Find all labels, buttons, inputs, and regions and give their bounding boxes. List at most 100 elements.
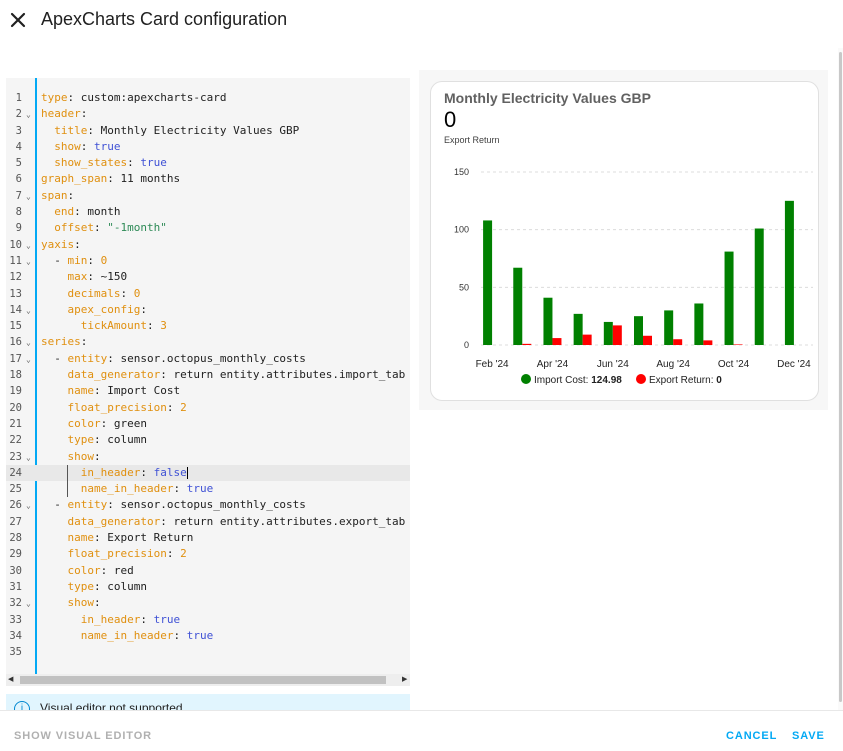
fold-chevron-icon[interactable]: ⌄: [26, 254, 31, 270]
code-text: max: ~150: [67, 270, 128, 284]
close-icon[interactable]: [6, 8, 30, 32]
dialog-header: ApexCharts Card configuration: [0, 0, 843, 48]
bar-import-cost: [664, 310, 674, 345]
code-line[interactable]: 3 title: Monthly Electricity Values GBP: [6, 123, 410, 139]
line-number: 34: [9, 629, 22, 642]
code-lines[interactable]: 1 type: custom:apexcharts-card 2 ⌄ header: 3 …: [6, 90, 410, 660]
line-number: 33: [9, 613, 22, 626]
show-visual-editor-button[interactable]: SHOW VISUAL EDITOR: [14, 730, 152, 742]
editor-horizontal-scrollbar[interactable]: ◀ ▶: [6, 674, 410, 686]
code-line[interactable]: 16 ⌄ series:: [6, 334, 410, 350]
indent-guide: [67, 464, 68, 481]
line-number: 6: [15, 173, 22, 186]
line-number: 19: [9, 385, 22, 398]
x-tick-label: Dec '24: [777, 359, 811, 370]
code-line[interactable]: 2 ⌄ header:: [6, 106, 410, 122]
fold-chevron-icon[interactable]: ⌄: [26, 352, 31, 368]
code-line[interactable]: 15 tickAmount: 3: [6, 318, 410, 334]
code-line[interactable]: 34 name_in_header: true: [6, 628, 410, 644]
x-tick-label: Feb '24: [476, 359, 509, 370]
code-line[interactable]: 21 color: green: [6, 416, 410, 432]
code-line[interactable]: 33 in_header: true: [6, 612, 410, 628]
code-line[interactable]: 13 decimals: 0: [6, 286, 410, 302]
line-number: 13: [9, 287, 22, 300]
code-line[interactable]: 17 ⌄ - entity: sensor.octopus_monthly_cos…: [6, 351, 410, 367]
code-text: yaxis:: [41, 237, 81, 251]
line-number: 21: [9, 417, 22, 430]
code-line[interactable]: 23 ⌄ show:: [6, 449, 410, 465]
apexcharts-card: Monthly Electricity Values GBP 0 Export …: [430, 81, 819, 401]
legend-marker: [636, 374, 646, 384]
fold-chevron-icon[interactable]: ⌄: [26, 498, 31, 514]
line-number: 25: [9, 483, 22, 496]
code-line[interactable]: 25 name_in_header: true: [6, 481, 410, 498]
line-number: 17: [9, 352, 22, 365]
fold-chevron-icon[interactable]: ⌄: [26, 450, 31, 466]
scroll-right-arrow-icon[interactable]: ▶: [402, 674, 407, 686]
line-number: 35: [9, 646, 22, 659]
code-line[interactable]: 35: [6, 644, 410, 660]
y-tick-label: 100: [454, 225, 469, 235]
bar-import-cost: [543, 297, 553, 345]
code-line[interactable]: 6 graph_span: 11 months: [6, 171, 410, 187]
fold-chevron-icon[interactable]: ⌄: [26, 335, 31, 351]
code-line[interactable]: 24 in_header: false: [6, 464, 410, 482]
code-line[interactable]: 4 show: true: [6, 139, 410, 155]
editor-scrollbar-thumb[interactable]: [20, 676, 386, 684]
fold-chevron-icon[interactable]: ⌄: [26, 596, 31, 612]
y-tick-label: 150: [454, 167, 469, 177]
code-line[interactable]: 8 end: month: [6, 204, 410, 220]
code-text: show:: [67, 449, 101, 463]
code-line[interactable]: 5 show_states: true: [6, 155, 410, 171]
info-alert: i Visual editor not supported: [6, 694, 410, 710]
code-line[interactable]: 9 offset: "-1month": [6, 220, 410, 236]
code-text: - entity: sensor.octopus_monthly_costs: [41, 498, 306, 512]
fold-chevron-icon[interactable]: ⌄: [26, 238, 31, 254]
bar-export-return: [703, 340, 713, 345]
code-text: show: true: [54, 139, 121, 153]
line-number: 7: [15, 189, 22, 202]
dialog-title: ApexCharts Card configuration: [41, 9, 288, 29]
line-number: 8: [15, 206, 22, 219]
dialog-footer: SHOW VISUAL EDITOR CANCEL SAVE: [0, 710, 843, 751]
fold-chevron-icon[interactable]: ⌄: [26, 189, 31, 205]
fold-chevron-icon[interactable]: ⌄: [26, 303, 31, 319]
code-line[interactable]: 29 float_precision: 2: [6, 546, 410, 562]
bar-import-cost: [483, 220, 493, 345]
line-number: 9: [15, 222, 22, 235]
code-line[interactable]: 14 ⌄ apex_config:: [6, 302, 410, 318]
fold-chevron-icon[interactable]: ⌄: [26, 107, 31, 123]
code-line[interactable]: 26 ⌄ - entity: sensor.octopus_monthly_cos…: [6, 497, 410, 513]
x-tick-label: Aug '24: [656, 359, 690, 370]
code-line[interactable]: 18 data_generator: return entity.attribu…: [6, 367, 410, 383]
bar-export-return: [582, 334, 592, 345]
yaml-code-editor[interactable]: 1 type: custom:apexcharts-card 2 ⌄ header: 3 …: [6, 78, 410, 686]
code-text: data_generator: return entity.attributes…: [67, 514, 406, 528]
code-line[interactable]: 32 ⌄ show:: [6, 595, 410, 611]
scroll-left-arrow-icon[interactable]: ◀: [8, 674, 13, 686]
code-line[interactable]: 12 max: ~150: [6, 269, 410, 285]
code-text: - entity: sensor.octopus_monthly_costs: [41, 351, 306, 365]
line-number: 14: [9, 303, 22, 316]
line-number: 1: [15, 92, 22, 104]
dialog-scrollbar-thumb[interactable]: [839, 52, 842, 702]
code-line[interactable]: 19 name: Import Cost: [6, 383, 410, 399]
code-line[interactable]: 27 data_generator: return entity.attribu…: [6, 514, 410, 530]
line-number: 22: [9, 434, 22, 447]
code-line[interactable]: 20 float_precision: 2: [6, 400, 410, 416]
code-line[interactable]: 30 color: red: [6, 563, 410, 579]
save-button[interactable]: SAVE: [792, 730, 825, 742]
code-line[interactable]: 10 ⌄ yaxis:: [6, 237, 410, 253]
line-number: 27: [9, 515, 22, 528]
code-line[interactable]: 31 type: column: [6, 579, 410, 595]
code-line[interactable]: 22 type: column: [6, 432, 410, 448]
code-line[interactable]: 11 ⌄ - min: 0: [6, 253, 410, 269]
code-line[interactable]: 7 ⌄ span:: [6, 188, 410, 204]
code-line[interactable]: 1 type: custom:apexcharts-card: [6, 90, 410, 106]
code-line[interactable]: 28 name: Export Return: [6, 530, 410, 546]
x-tick-label: Jun '24: [597, 359, 629, 370]
legend-label: Export Return: 0: [649, 375, 722, 386]
cancel-button[interactable]: CANCEL: [726, 730, 777, 742]
code-text: - min: 0: [41, 253, 108, 267]
code-text: name: Import Cost: [67, 384, 181, 398]
